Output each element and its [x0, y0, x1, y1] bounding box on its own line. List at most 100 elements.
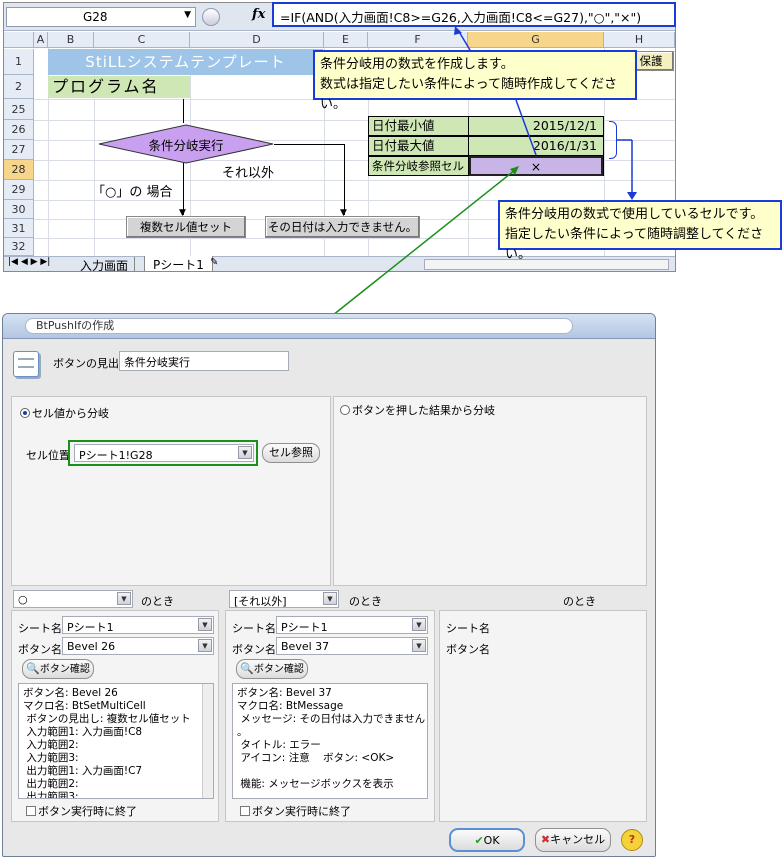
- date-row-value[interactable]: 2016/1/31: [469, 137, 603, 155]
- flow-button-multi-cell[interactable]: 複数セル値セット: [126, 216, 246, 238]
- round-button-icon[interactable]: [202, 8, 220, 26]
- btpushif-dialog: BtPushIfの作成 ボタンの見出し 条件分岐実行 セル値から分岐 セル位置 …: [2, 313, 656, 857]
- chevron-down-icon[interactable]: ▼: [117, 592, 131, 605]
- corner-cell[interactable]: [4, 32, 34, 48]
- branch-2-condition-select[interactable]: [それ以外] ▼: [229, 590, 339, 608]
- new-sheet-icon[interactable]: ✎: [210, 257, 218, 268]
- branch-1-when: のとき: [141, 595, 174, 608]
- col-header-h[interactable]: H: [604, 32, 675, 48]
- branch-2-condition: [それ以外]: [234, 595, 287, 608]
- branch-1-info-scrollbar[interactable]: [202, 684, 213, 798]
- branch-1-sheet-value: Pシート1: [67, 621, 114, 634]
- chevron-down-icon[interactable]: ▼: [184, 10, 191, 20]
- name-box[interactable]: G28 ▼: [6, 7, 196, 27]
- flow-line: [344, 144, 345, 215]
- row-header[interactable]: 2: [4, 75, 34, 99]
- radio-cell-branch[interactable]: セル値から分岐: [20, 405, 109, 421]
- row-header[interactable]: 28: [4, 160, 34, 180]
- checkbox-icon[interactable]: [26, 806, 36, 816]
- branch-2-check-label: ボタン確認: [253, 664, 304, 675]
- chevron-down-icon[interactable]: ▼: [412, 618, 426, 631]
- radio-result-branch[interactable]: ボタンを押した結果から分岐: [340, 402, 495, 418]
- formula-input[interactable]: =IF(AND(入力画面!C8>=G26,入力画面!C8<=G27),"○","…: [272, 2, 676, 27]
- result-branch-panel: ボタンを押した結果から分岐: [333, 396, 647, 586]
- tab-sheet-p1[interactable]: Pシート1: [144, 256, 213, 271]
- row-header[interactable]: 27: [4, 140, 34, 160]
- cell-pos-select[interactable]: Pシート1!G28 ▼: [74, 444, 254, 462]
- radio-selected-icon[interactable]: [20, 408, 30, 418]
- name-box-value: G28: [83, 10, 108, 24]
- col-header-e[interactable]: E: [324, 32, 368, 48]
- magnifier-icon: 🔍: [26, 662, 40, 675]
- date-row-ref: 条件分岐参照セル ×: [368, 156, 604, 176]
- caption-input[interactable]: 条件分岐実行: [119, 351, 289, 371]
- col-header-b[interactable]: B: [48, 32, 94, 48]
- notepad-icon: [13, 351, 39, 377]
- branch-1-condition-select[interactable]: ○ ▼: [13, 590, 133, 608]
- branch-2-sheet-value: Pシート1: [281, 621, 328, 634]
- callout-line: 条件分岐用の数式を作成します。: [320, 57, 514, 72]
- selected-cell-g28[interactable]: ×: [469, 156, 603, 176]
- branch-2-button-value: Bevel 37: [281, 640, 330, 653]
- cell-branch-panel: セル値から分岐 セル位置 Pシート1!G28 ▼ セル参照: [11, 396, 331, 586]
- radio-result-branch-label: ボタンを押した結果から分岐: [352, 404, 495, 417]
- template-title-banner: StiLLシステムテンプレート: [48, 49, 323, 75]
- dialog-title: BtPushIfの作成: [25, 318, 573, 334]
- col-header-f[interactable]: F: [368, 32, 468, 48]
- row-header[interactable]: 1: [4, 49, 34, 75]
- branch-1-check-button[interactable]: 🔍ボタン確認: [22, 659, 94, 679]
- chevron-down-icon[interactable]: ▼: [412, 639, 426, 652]
- col-header-c[interactable]: C: [94, 32, 190, 48]
- tab-sheet-input[interactable]: 入力画面: [74, 257, 136, 271]
- branch-2-sheet-label: シート名: [232, 622, 276, 635]
- flow-button-date-error[interactable]: その日付は入力できません。: [265, 216, 420, 238]
- date-row-label: 日付最小値: [369, 117, 469, 135]
- tab-scroll-icon[interactable]: |◀ ◀ ▶ ▶|: [8, 257, 50, 267]
- branch-2-end-check[interactable]: ボタン実行時に終了: [240, 803, 351, 819]
- callout-line: 条件分岐用の数式で使用しているセルです。: [505, 207, 764, 222]
- cell-ref-button[interactable]: セル参照: [262, 443, 320, 463]
- ok-button[interactable]: ✔OK: [449, 828, 525, 852]
- branch-3-when: のとき: [563, 595, 596, 608]
- branch-3-button-label: ボタン名: [446, 643, 490, 656]
- checkbox-icon[interactable]: [240, 806, 250, 816]
- chevron-down-icon[interactable]: ▼: [198, 618, 212, 631]
- date-row-value[interactable]: 2015/12/1: [469, 117, 603, 135]
- row-header[interactable]: 31: [4, 219, 34, 238]
- col-header-a[interactable]: A: [34, 32, 48, 48]
- row-header[interactable]: 29: [4, 180, 34, 200]
- date-row-label: 条件分岐参照セル: [369, 157, 469, 175]
- branch-2-button-select[interactable]: Bevel 37 ▼: [276, 637, 428, 655]
- branch-1-button-select[interactable]: Bevel 26 ▼: [62, 637, 214, 655]
- flow-line: [274, 144, 344, 145]
- flow-diamond-label: 条件分岐実行: [148, 138, 224, 153]
- flow-case-label: 「○」の 場合: [92, 185, 173, 200]
- branch-1-end-check[interactable]: ボタン実行時に終了: [26, 803, 137, 819]
- cell-pos-value: Pシート1!G28: [79, 449, 153, 462]
- branch-2-sheet-select[interactable]: Pシート1 ▼: [276, 616, 428, 634]
- program-name: プログラム名: [48, 76, 190, 98]
- row-header[interactable]: 30: [4, 200, 34, 219]
- branch-2-end-label: ボタン実行時に終了: [252, 805, 351, 818]
- branch-3-panel: シート名 ボタン名: [439, 610, 647, 822]
- radio-unselected-icon[interactable]: [340, 405, 350, 415]
- fx-icon[interactable]: fx: [252, 7, 272, 27]
- cancel-button[interactable]: ✖キャンセル: [535, 828, 611, 852]
- dialog-titlebar: BtPushIfの作成: [3, 314, 655, 339]
- row-header[interactable]: 32: [4, 238, 34, 256]
- branch-1-sheet-select[interactable]: Pシート1 ▼: [62, 616, 214, 634]
- row-header[interactable]: 25: [4, 99, 34, 120]
- col-header-g[interactable]: G: [468, 32, 604, 48]
- branch-2-check-button[interactable]: 🔍ボタン確認: [236, 659, 308, 679]
- chevron-down-icon[interactable]: ▼: [198, 639, 212, 652]
- branch-1-info: ボタン名: Bevel 26 マクロ名: BtSetMultiCell ボタンの…: [18, 683, 214, 799]
- branch-2-info: ボタン名: Bevel 37 マクロ名: BtMessage メッセージ: その…: [232, 683, 428, 799]
- col-header-d[interactable]: D: [190, 32, 324, 48]
- branch-1-button-value: Bevel 26: [67, 640, 116, 653]
- callout-line: 数式は指定したい条件によって随時作成してください。: [320, 77, 618, 112]
- callout-line: 指定したい条件によって随時調整してください。: [505, 227, 764, 262]
- chevron-down-icon[interactable]: ▼: [238, 446, 252, 459]
- row-header[interactable]: 26: [4, 120, 34, 140]
- help-button[interactable]: ?: [621, 829, 643, 851]
- chevron-down-icon[interactable]: ▼: [323, 592, 337, 605]
